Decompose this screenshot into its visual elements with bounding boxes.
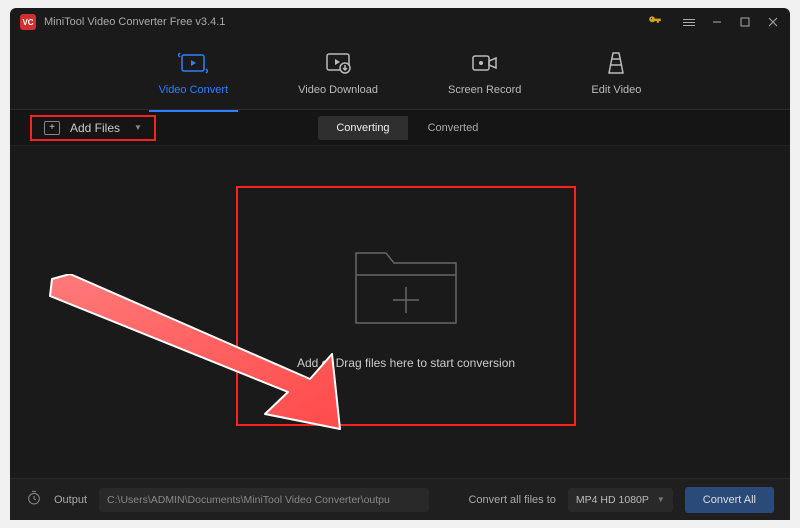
clock-icon[interactable] [26,490,42,509]
dropzone[interactable]: Add or Drag files here to start conversi… [236,186,576,426]
add-files-button[interactable]: + Add Files ▼ [30,115,156,141]
footer: Output C:\Users\ADMIN\Documents\MiniTool… [10,478,790,520]
dropzone-text: Add or Drag files here to start conversi… [297,356,515,370]
maximize-button[interactable] [738,15,752,29]
tab-label: Video Download [298,84,378,96]
minimize-button[interactable] [710,15,724,29]
add-files-label: Add Files [70,121,120,135]
menu-button[interactable] [682,15,696,29]
tab-label: Edit Video [591,84,641,96]
app-logo: VC [20,14,36,30]
format-selected: MP4 HD 1080P [576,494,649,506]
tab-label: Video Convert [159,84,229,96]
main-tabs: Video Convert Video Download Screen Reco… [10,36,790,110]
folder-add-icon [346,243,466,338]
main-area: Add or Drag files here to start conversi… [10,146,790,478]
tab-screen-record[interactable]: Screen Record [438,44,531,102]
output-label: Output [54,494,87,506]
app-window: VC MiniTool Video Converter Free v3.4.1 [10,8,790,520]
tab-video-download[interactable]: Video Download [288,44,388,102]
status-segment: Converting Converted [318,116,498,140]
format-select[interactable]: MP4 HD 1080P ▼ [568,488,673,512]
toolbar: + Add Files ▼ Converting Converted [10,110,790,146]
tab-label: Screen Record [448,84,521,96]
tab-edit-video[interactable]: Edit Video [581,44,651,102]
close-button[interactable] [766,15,780,29]
titlebar: VC MiniTool Video Converter Free v3.4.1 [10,8,790,36]
app-title: MiniTool Video Converter Free v3.4.1 [44,16,225,28]
segment-converting[interactable]: Converting [318,116,408,140]
segment-converted[interactable]: Converted [408,116,498,140]
output-path-field[interactable]: C:\Users\ADMIN\Documents\MiniTool Video … [99,488,429,512]
key-icon[interactable] [648,14,662,31]
add-icon: + [44,121,60,135]
edit-video-icon [605,50,627,76]
chevron-down-icon: ▼ [134,123,142,132]
tab-video-convert[interactable]: Video Convert [149,44,239,102]
convert-all-label: Convert all files to [468,494,555,506]
video-download-icon [325,50,351,76]
convert-all-button[interactable]: Convert All [685,487,774,513]
chevron-down-icon: ▼ [657,495,665,504]
video-convert-icon [178,50,208,76]
screen-record-icon [471,50,499,76]
hamburger-icon [683,19,695,26]
